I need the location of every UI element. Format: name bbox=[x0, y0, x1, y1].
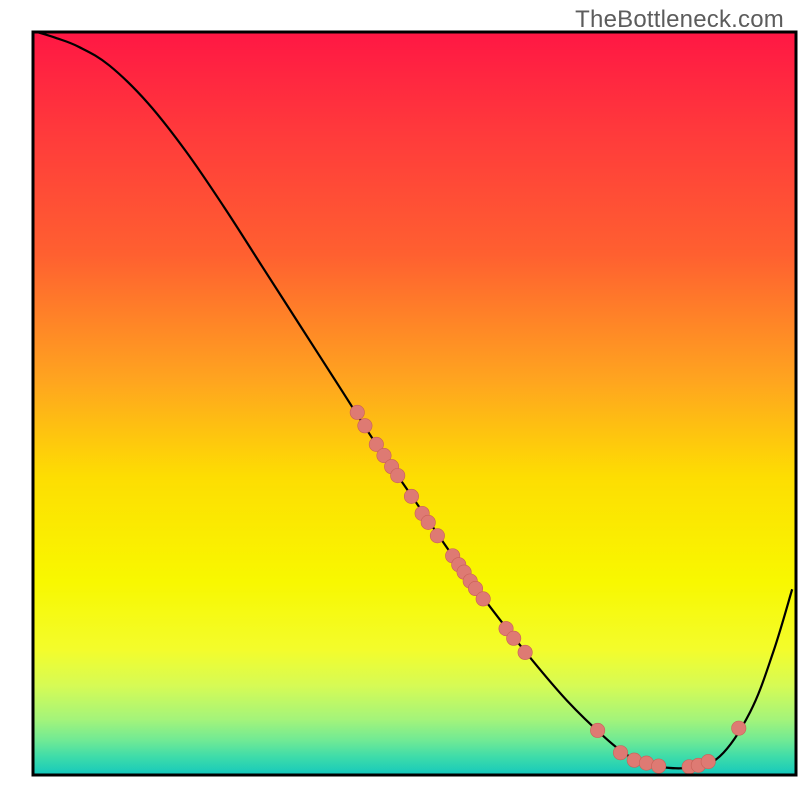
curve-marker bbox=[404, 489, 418, 503]
curve-marker bbox=[732, 721, 746, 735]
curve-marker bbox=[701, 754, 715, 768]
curve-marker bbox=[651, 759, 665, 773]
curve-marker bbox=[506, 631, 520, 645]
curve-marker bbox=[421, 515, 435, 529]
curve-marker bbox=[590, 723, 604, 737]
heat-background bbox=[33, 32, 796, 775]
curve-marker bbox=[518, 645, 532, 659]
curve-marker bbox=[476, 592, 490, 606]
curve-marker bbox=[613, 746, 627, 760]
chart-svg bbox=[0, 0, 800, 800]
curve-marker bbox=[391, 468, 405, 482]
curve-marker bbox=[430, 529, 444, 543]
curve-marker bbox=[350, 405, 364, 419]
curve-marker bbox=[358, 419, 372, 433]
chart-stage: { "watermark": "TheBottleneck.com", "col… bbox=[0, 0, 800, 800]
